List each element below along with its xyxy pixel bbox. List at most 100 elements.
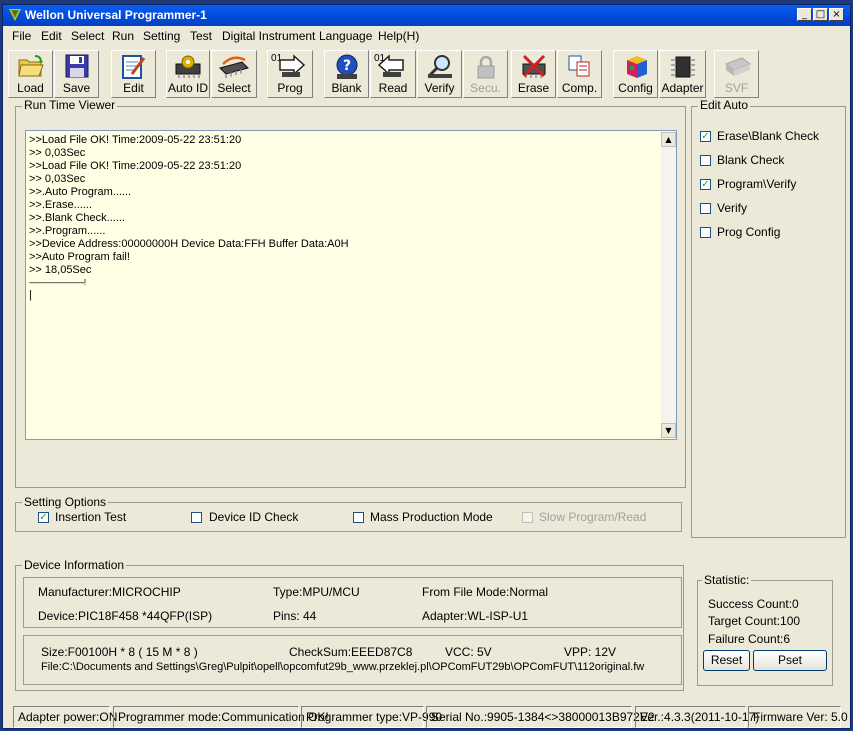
log-line: >>Load File OK! Time:2009-05-22 23:51:20 [29,160,242,172]
menu-language[interactable]: Language [319,29,372,43]
log-line: >>Device Address:00000000H Device Data:F… [29,238,349,250]
app-window: Wellon Universal Programmer-1 _ □ × File… [2,4,851,729]
comp-label: Comp. [561,81,598,95]
app-logo-icon [9,9,21,21]
magnifier-icon [427,55,452,78]
compare-icon [568,55,589,77]
check-mark-icon: ✓ [701,179,710,190]
insertion-test-checkbox[interactable]: ✓ [38,512,49,523]
read-arrow-icon [377,54,404,77]
slow-program-read-checkbox[interactable] [522,512,533,523]
log-line: >> 0,03Sec [29,147,86,159]
close-button[interactable]: × [829,8,844,21]
status-adapter-power: Adapter power:ON [13,706,117,728]
blank-check-checkbox[interactable] [700,155,711,166]
status-firmware-version: Firmware Ver: 5.0 [748,706,848,728]
vcc-text: VCC: 5V [445,645,492,659]
read-button[interactable]: 01 Read [370,50,416,98]
from-file-mode-text: From File Mode:Normal [422,585,549,599]
vpp-text: VPP: 12V [564,645,617,659]
prog-label: Prog [277,81,303,95]
menu-digital-instrument[interactable]: Digital Instrument [222,29,315,43]
blank-label: Blank [331,81,362,95]
statistic-title: Statistic: [702,573,752,587]
auto-id-button[interactable]: Auto ID [166,50,210,98]
select-button[interactable]: Select [211,50,257,98]
menu-edit[interactable]: Edit [41,29,62,43]
type-text: Type:MPU/MCU [273,585,360,599]
blank-check-label: Blank Check [717,153,785,167]
status-version: Ver.:4.3.3(2011-10-17) [635,706,759,728]
log-line: >>.Erase...... [29,199,92,211]
load-label: Load [17,81,44,95]
adapter-label: Adapter [661,81,704,95]
reset-button[interactable]: Reset [703,650,750,671]
log-line: >> 0,03Sec [29,173,86,185]
text-cursor: | [29,289,32,301]
minimize-button[interactable]: _ [797,8,812,21]
pins-text: Pins: 44 [273,609,317,623]
menu-select[interactable]: Select [71,29,104,43]
verify-label: Verify [424,81,455,95]
svg-text:?: ? [342,58,350,74]
notepad-edit-icon [121,55,145,79]
adapter-chip-icon [670,56,695,78]
menu-file[interactable]: File [12,29,31,43]
success-count-text: Success Count:0 [708,597,799,611]
status-serial-number: Serial No.:9905-1384<>38000013B972E2 [426,706,655,728]
verify-label: Verify [717,201,748,215]
verify-button[interactable]: Verify [417,50,462,98]
device-id-check-checkbox[interactable] [191,512,202,523]
log-scrollbar[interactable]: ▲ ▼ [661,132,676,438]
prog-config-label: Prog Config [717,225,781,239]
prog-config-checkbox[interactable] [700,227,711,238]
menu-bar: File Edit Select Run Setting Test Digita… [3,26,850,45]
log-line: >>.Blank Check...... [29,212,125,224]
adapter-button[interactable]: Adapter [659,50,706,98]
maximize-button[interactable]: □ [813,8,828,21]
config-label: Config [618,81,653,95]
program-verify-checkbox[interactable]: ✓ [700,179,711,190]
edit-button[interactable]: Edit [111,50,156,98]
menu-setting[interactable]: Setting [143,29,180,43]
log-line: >>Auto Program fail! [29,251,130,263]
load-button[interactable]: Load [8,50,53,98]
pset-button[interactable]: Pset [753,650,827,671]
edit-label: Edit [123,81,144,95]
manufacturer-text: Manufacturer:MICROCHIP [38,585,181,599]
log-output[interactable]: >>Load File OK! Time:2009-05-22 23:51:20… [25,130,677,440]
select-label: Select [217,81,251,95]
mass-production-mode-checkbox[interactable] [353,512,364,523]
erase-blank-check-checkbox[interactable]: ✓ [700,131,711,142]
comp-button[interactable]: Comp. [557,50,602,98]
check-mark-icon: ✓ [39,512,48,523]
scroll-down-icon[interactable]: ▼ [661,423,676,438]
status-programmer-type: Programmer type:VP-990 [301,706,442,728]
file-info-box [23,635,682,685]
menu-help[interactable]: Help(H) [378,29,419,43]
failure-count-text: Failure Count:6 [708,632,791,646]
edit-auto-title: Edit Auto [698,98,751,112]
floppy-disk-icon [65,54,88,78]
config-button[interactable]: Config [613,50,658,98]
setting-options-title: Setting Options [22,495,109,509]
menu-run[interactable]: Run [112,29,134,43]
adapter-text: Adapter:WL-ISP-U1 [422,609,529,623]
secu-button[interactable]: Secu. [463,50,508,98]
verify-checkbox[interactable] [700,203,711,214]
save-button[interactable]: Save [54,50,99,98]
log-line: >>Load File OK! Time:2009-05-22 23:51:20 [29,134,242,146]
chip-gear-icon [175,55,201,78]
erase-button[interactable]: Erase [511,50,556,98]
svf-chip-icon [724,57,751,76]
erase-label: Erase [517,81,550,95]
program-verify-label: Program\Verify [717,177,797,191]
cube-config-icon [626,56,647,78]
prog-button[interactable]: 01 Prog [267,50,313,98]
blank-button[interactable]: ? Blank [324,50,369,98]
title-bar[interactable]: Wellon Universal Programmer-1 _ □ × [3,5,850,26]
menu-test[interactable]: Test [190,29,212,43]
scroll-up-icon[interactable]: ▲ [661,132,676,147]
svf-button[interactable]: SVF [714,50,759,98]
check-mark-icon: ✓ [701,131,710,142]
